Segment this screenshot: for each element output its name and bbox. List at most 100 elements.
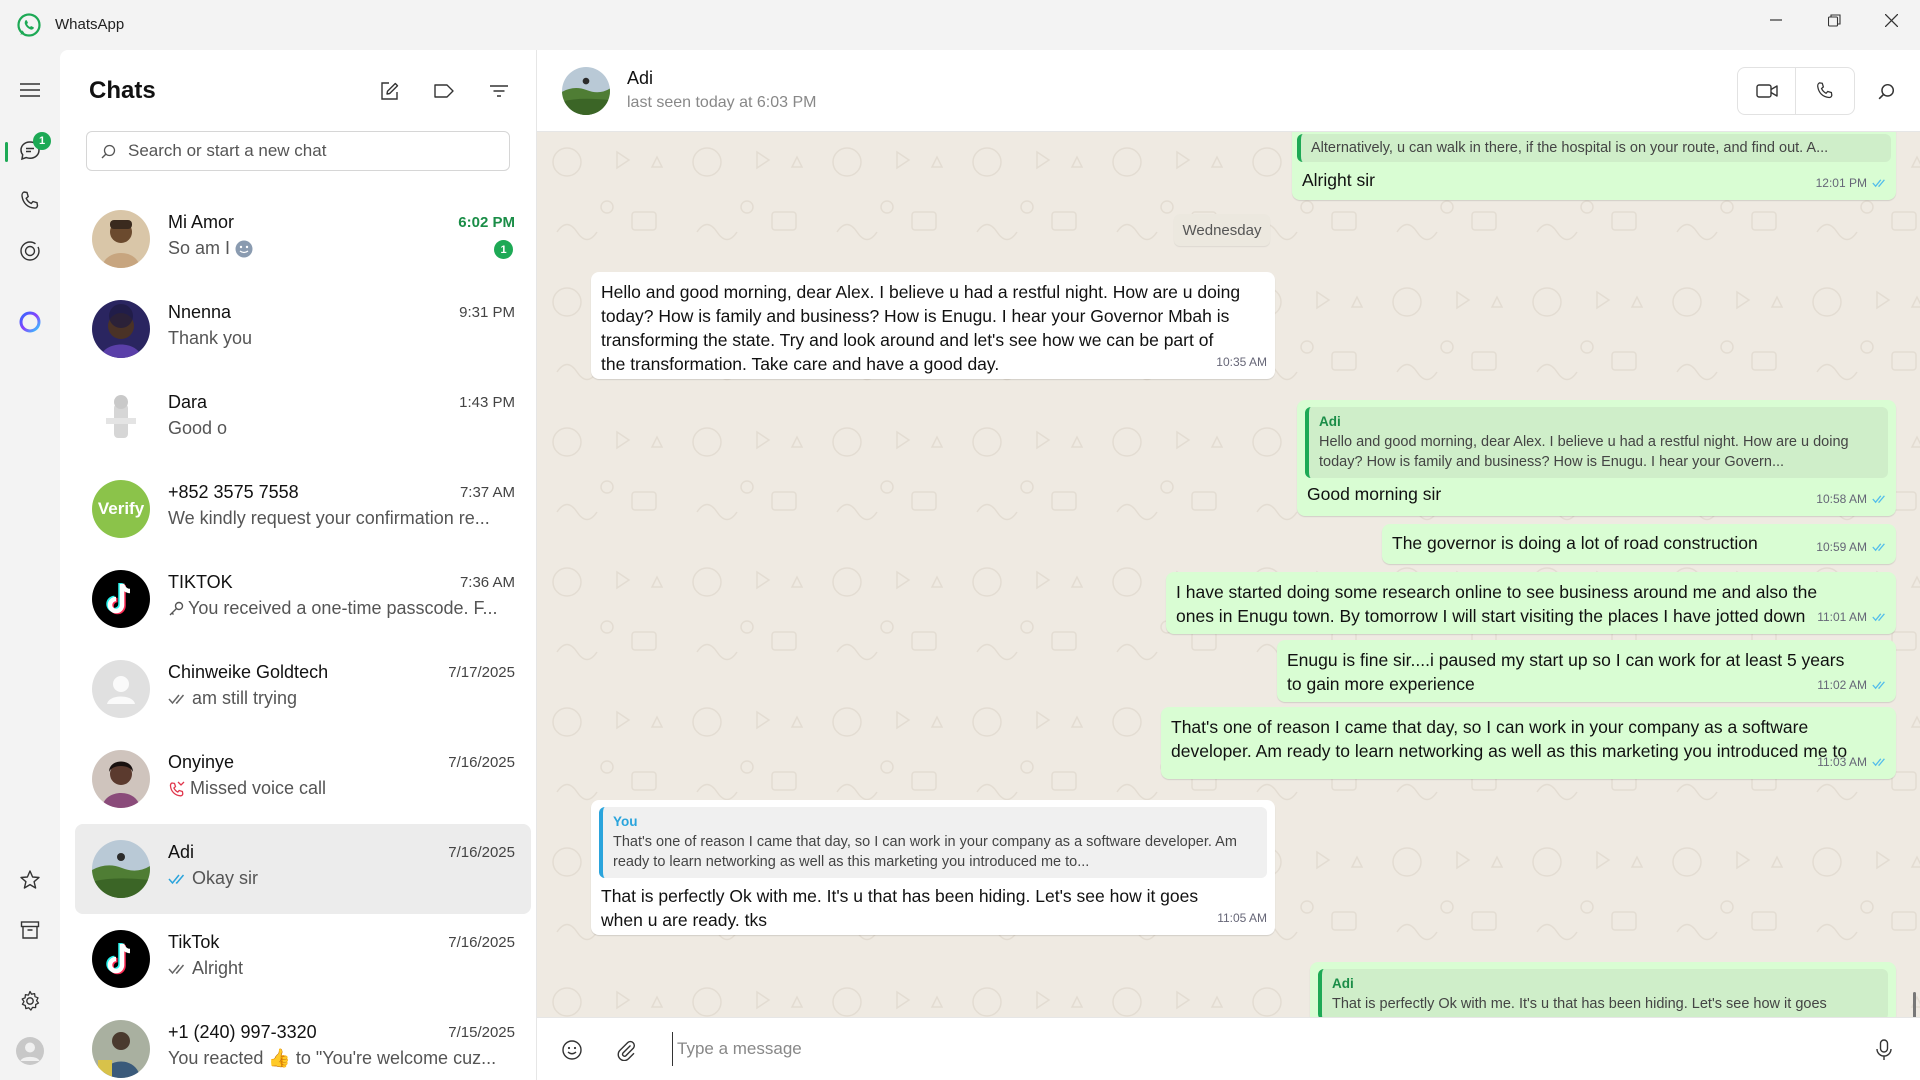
chat-preview: So am I <box>168 238 254 259</box>
rail-calls-button[interactable] <box>8 181 52 221</box>
quoted-message[interactable]: Alternatively, u can walk in there, if t… <box>1297 134 1891 162</box>
message-outgoing[interactable]: Enugu is fine sir....i paused my start u… <box>1277 640 1896 702</box>
message-outgoing[interactable]: The governor is doing a lot of road cons… <box>1382 524 1896 564</box>
chat-preview: You received a one-time passcode. F... <box>168 598 498 619</box>
message-meta: 11:01 AM <box>1817 605 1888 629</box>
avatar <box>92 300 150 358</box>
message-outgoing[interactable]: Adi Hello and good morning, dear Alex. I… <box>1297 400 1896 516</box>
search-in-chat-button[interactable] <box>1869 74 1903 108</box>
chat-name: TIKTOK <box>168 572 233 592</box>
video-call-button[interactable] <box>1738 68 1797 114</box>
avatar <box>92 750 150 808</box>
message-outgoing[interactable]: That's one of reason I came that day, so… <box>1161 707 1896 779</box>
hamburger-menu-icon <box>20 83 40 97</box>
quoted-author: Adi <box>1332 976 1354 991</box>
message-incoming[interactable]: Hello and good morning, dear Alex. I bel… <box>591 272 1275 379</box>
chat-name: +1 (240) 997-3320 <box>168 1022 317 1042</box>
chat-preview: We kindly request your confirmation re..… <box>168 508 490 529</box>
chat-preview-text: Missed voice call <box>190 778 327 798</box>
emoji-button[interactable] <box>555 1033 589 1067</box>
message-meta: 10:58 AM <box>1816 487 1888 511</box>
close-icon <box>1884 13 1898 27</box>
filter-button[interactable] <box>482 74 516 108</box>
rail-status-button[interactable] <box>8 231 52 271</box>
message-outgoing[interactable]: Alternatively, u can walk in there, if t… <box>1292 132 1896 200</box>
close-window-button[interactable] <box>1863 0 1919 40</box>
phone-icon <box>1817 82 1833 99</box>
chat-name: Chinweike Goldtech <box>168 662 329 682</box>
chats-panel: Chats Mi Amor 6:02 PM So am I 1 <box>60 50 537 1080</box>
chat-name: Dara <box>168 392 208 412</box>
chat-name: Mi Amor <box>168 212 235 232</box>
rail-profile-button[interactable] <box>8 1031 52 1071</box>
message-time: 10:35 AM <box>1216 355 1267 369</box>
menu-button[interactable] <box>8 70 52 110</box>
chat-name: Onyinye <box>168 752 235 772</box>
restore-button[interactable] <box>1806 0 1862 40</box>
app-title: WhatsApp <box>55 16 125 33</box>
quoted-message[interactable]: You That's one of reason I came that day… <box>599 807 1267 878</box>
filter-icon <box>490 85 508 97</box>
avatar <box>92 570 150 628</box>
search-input[interactable] <box>128 141 488 161</box>
message-list[interactable]: Alternatively, u can walk in there, if t… <box>537 132 1920 1017</box>
new-chat-icon <box>380 81 398 100</box>
tiktok-logo-icon <box>92 570 150 628</box>
chat-preview: Missed voice call <box>168 778 326 799</box>
chat-item-nnenna[interactable]: Nnenna 9:31 PM Thank you <box>75 284 531 374</box>
quoted-message[interactable]: Adi That is perfectly Ok with me. It's u… <box>1318 969 1888 1017</box>
rail-archived-button[interactable] <box>8 910 52 950</box>
labels-button[interactable] <box>427 74 461 108</box>
contact-name[interactable]: Adi <box>627 68 653 89</box>
rail-settings-button[interactable] <box>8 981 52 1021</box>
message-incoming[interactable]: You That's one of reason I came that day… <box>591 800 1275 935</box>
title-bar: WhatsApp <box>0 0 1920 50</box>
message-input[interactable] <box>672 1032 1772 1066</box>
chat-preview-text: Good o <box>168 418 228 438</box>
read-receipt-icon <box>1872 495 1885 504</box>
chat-item-852-3575-7558[interactable]: Verify +852 3575 7558 7:37 AM We kindly … <box>75 464 531 554</box>
chat-preview-text: You reacted 👍 to "You're welcome cuz... <box>168 1048 497 1068</box>
chat-item-mi-amor[interactable]: Mi Amor 6:02 PM So am I 1 <box>75 194 531 284</box>
message-outgoing[interactable]: Adi That is perfectly Ok with me. It's u… <box>1310 962 1896 1017</box>
search-icon <box>101 144 116 158</box>
chat-item-chinweike-goldtech[interactable]: Chinweike Goldtech 7/17/2025 am still tr… <box>75 644 531 734</box>
avatar-verify-text: Verify <box>97 499 145 518</box>
emoji-icon <box>235 240 253 257</box>
chat-item-onyinye[interactable]: Onyinye 7/16/2025 Missed voice call <box>75 734 531 824</box>
chat-preview-text: Thank you <box>168 328 253 348</box>
message-composer <box>537 1017 1920 1080</box>
chat-item-adi[interactable]: Adi 7/16/2025 Okay sir <box>75 824 531 914</box>
message-outgoing[interactable]: I have started doing some research onlin… <box>1166 572 1896 634</box>
chat-name: Nnenna <box>168 302 232 322</box>
quoted-message[interactable]: Adi Hello and good morning, dear Alex. I… <box>1305 407 1888 478</box>
double-check-read-icon <box>168 874 185 884</box>
new-chat-button[interactable] <box>372 74 406 108</box>
minimize-button[interactable] <box>1748 0 1804 40</box>
chat-preview: am still trying <box>168 688 297 709</box>
double-check-icon <box>168 964 185 974</box>
message-scrollbar[interactable] <box>1913 992 1916 1017</box>
quoted-author: You <box>613 814 638 829</box>
message-text: Alright sir <box>1302 170 1375 190</box>
chat-item-tiktok-upper[interactable]: TIKTOK 7:36 AM You received a one-time p… <box>75 554 531 644</box>
rail-meta-ai-button[interactable] <box>8 302 52 342</box>
chat-item-tiktok[interactable]: TikTok 7/16/2025 Alright <box>75 914 531 1004</box>
search-box[interactable] <box>86 131 510 171</box>
chat-time: 7/16/2025 <box>448 934 515 951</box>
quoted-text: Hello and good morning, dear Alex. I bel… <box>1319 434 1849 470</box>
contact-avatar[interactable] <box>562 67 610 115</box>
chat-list: Mi Amor 6:02 PM So am I 1 Nnenna 9:31 PM… <box>60 194 531 1080</box>
voice-call-button[interactable] <box>1796 68 1854 114</box>
call-buttons <box>1737 67 1855 115</box>
quoted-author: Adi <box>1319 414 1341 429</box>
chat-item-1-240-997-3320[interactable]: +1 (240) 997-3320 7/15/2025 You reacted … <box>75 1004 531 1080</box>
missed-call-icon <box>169 781 185 796</box>
read-receipt-icon <box>1872 681 1885 690</box>
quoted-text: That's one of reason I came that day, so… <box>613 834 1237 870</box>
voice-message-button[interactable] <box>1867 1033 1901 1067</box>
read-receipt-icon <box>1872 179 1885 188</box>
chat-item-dara[interactable]: Dara 1:43 PM Good o <box>75 374 531 464</box>
rail-starred-button[interactable] <box>8 860 52 900</box>
attach-button[interactable] <box>609 1033 643 1067</box>
